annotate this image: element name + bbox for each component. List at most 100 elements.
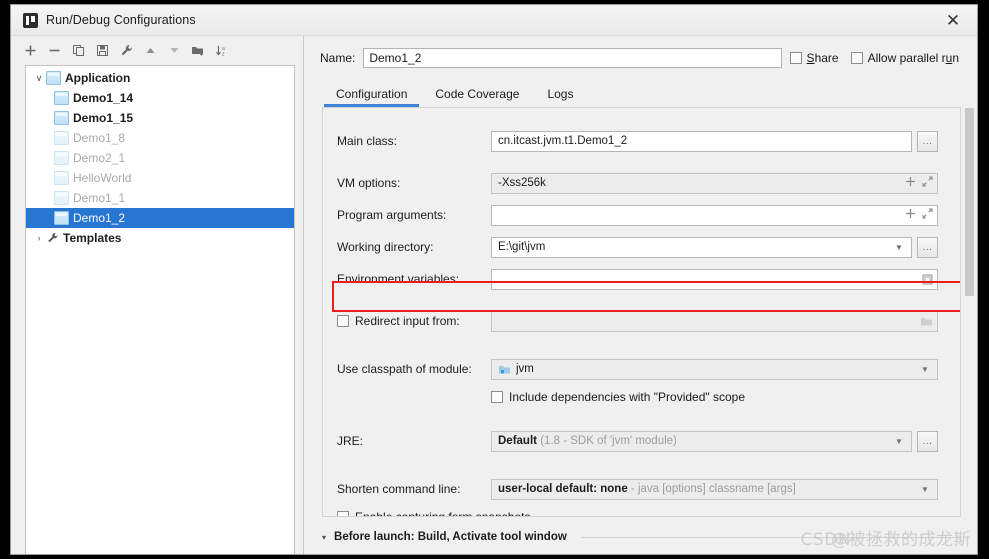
allow-parallel-run-checkbox[interactable]: Allow parallel run (850, 51, 959, 65)
main-class-row: Main class: cn.itcast.jvm.t1.Demo1_2 ... (337, 130, 938, 152)
include-dependencies-checkbox-box[interactable] (491, 391, 503, 403)
save-icon[interactable] (91, 40, 113, 62)
share-checkbox[interactable]: Share (789, 51, 839, 65)
working-directory-input[interactable]: E:\git\jvm ▼ (491, 236, 912, 258)
before-launch-section[interactable]: ▾ Before launch: Build, Activate tool wi… (304, 517, 977, 554)
application-icon (46, 71, 61, 85)
form-spacer-5 (337, 462, 938, 478)
use-classpath-value: jvm (516, 363, 534, 375)
before-launch-twisty-icon[interactable]: ▾ (322, 533, 326, 542)
tree-item-application[interactable]: ∨ Application (26, 68, 294, 88)
tree-item-label: Demo2_1 (73, 151, 126, 165)
redirect-input-label: Redirect input from: (355, 314, 460, 328)
form-snapshots-label: Enable capturing form snapshots (355, 510, 531, 517)
dialog-titlebar: Run/Debug Configurations ✕ (11, 5, 977, 36)
redirect-input-field (491, 310, 938, 332)
use-classpath-chevron-down-icon[interactable]: ▼ (917, 365, 933, 374)
jre-row: JRE: Default (1.8 - SDK of 'jvm' module)… (337, 430, 938, 452)
form-scrollbar[interactable] (964, 104, 975, 511)
tree-item-demo2_1[interactable]: Demo2_1 (26, 148, 294, 168)
name-input[interactable] (363, 48, 782, 68)
configuration-detail-pane: Name: Share Allow parallel run Configura… (304, 36, 977, 554)
tree-item-demo1_15[interactable]: Demo1_15 (26, 108, 294, 128)
tree-item-templates[interactable]: › Templates (26, 228, 294, 248)
jre-value: Default (498, 435, 537, 447)
tree-item-label: Application (65, 71, 131, 85)
application-icon (54, 151, 69, 165)
chevron-down-icon[interactable]: ∨ (32, 71, 46, 85)
vm-options-input[interactable]: -Xss256k (491, 172, 938, 194)
tree-item-demo1_1[interactable]: Demo1_1 (26, 188, 294, 208)
form-spacer-3 (337, 342, 938, 358)
form-spacer (337, 162, 938, 172)
working-directory-browse-button[interactable]: ... (917, 236, 938, 258)
program-arguments-expand-icon[interactable] (922, 208, 933, 222)
configurations-tree[interactable]: ∨ Application Demo1_14 Demo1_15 Demo1_8 Demo2… (25, 65, 295, 554)
tab-code-coverage[interactable]: Code Coverage (421, 87, 533, 107)
jre-browse-button[interactable]: ... (917, 430, 938, 452)
tree-item-helloworld[interactable]: HelloWorld (26, 168, 294, 188)
jre-chevron-down-icon[interactable]: ▼ (891, 437, 907, 446)
vm-options-expand-icon[interactable] (922, 176, 933, 190)
tree-item-demo1_2[interactable]: Demo1_2 (26, 208, 294, 228)
wrench-icon[interactable] (115, 40, 137, 62)
folder-add-icon[interactable] (187, 40, 209, 62)
jre-label: JRE: (337, 434, 364, 448)
tab-configuration[interactable]: Configuration (322, 87, 421, 107)
program-arguments-input[interactable] (491, 204, 938, 226)
tree-item-demo1_14[interactable]: Demo1_14 (26, 88, 294, 108)
main-class-input[interactable]: cn.itcast.jvm.t1.Demo1_2 (491, 130, 912, 152)
use-classpath-row: Use classpath of module: jvm ▼ (337, 358, 938, 380)
tab-logs[interactable]: Logs (533, 87, 587, 107)
svg-text:z: z (222, 52, 225, 58)
dialog-title: Run/Debug Configurations (46, 13, 196, 27)
chevron-right-icon[interactable]: › (32, 231, 46, 245)
redirect-input-checkbox-box[interactable] (337, 315, 349, 327)
environment-variables-browse-icon[interactable] (918, 274, 933, 285)
application-icon (54, 91, 69, 105)
before-launch-label: Before launch: Build, Activate tool wind… (334, 531, 567, 543)
shorten-command-line-label: Shorten command line: (337, 482, 461, 496)
close-icon[interactable]: ✕ (929, 5, 977, 35)
application-icon (54, 171, 69, 185)
sort-az-icon[interactable]: az (211, 40, 233, 62)
application-icon (54, 191, 69, 205)
vm-options-add-icon[interactable] (905, 176, 916, 190)
shorten-command-line-chevron-down-icon[interactable]: ▼ (917, 485, 933, 494)
configuration-form: Main class: cn.itcast.jvm.t1.Demo1_2 ...… (323, 108, 960, 517)
environment-variables-input[interactable] (491, 268, 938, 290)
share-checkbox-box[interactable] (789, 52, 802, 64)
application-icon (54, 211, 69, 225)
include-dependencies-checkbox[interactable]: Include dependencies with "Provided" sco… (491, 390, 938, 404)
include-dependencies-label: Include dependencies with "Provided" sco… (509, 390, 746, 404)
main-class-browse-button[interactable]: ... (917, 130, 938, 152)
add-configuration-button[interactable] (19, 40, 41, 62)
allow-parallel-run-checkbox-box[interactable] (850, 52, 863, 64)
tree-item-label: Demo1_14 (73, 91, 134, 105)
program-arguments-add-icon[interactable] (905, 208, 916, 222)
redirect-input-checkbox[interactable]: Redirect input from: (337, 314, 491, 328)
form-scrollbar-thumb[interactable] (965, 108, 974, 296)
use-classpath-dropdown[interactable]: jvm ▼ (491, 358, 938, 380)
arrow-down-icon[interactable] (163, 40, 185, 62)
remove-configuration-button[interactable] (43, 40, 65, 62)
run-debug-configurations-dialog: Run/Debug Configurations ✕ a z ∨ Applica… (10, 4, 978, 555)
shorten-command-line-hint: - java [options] classname [args] (630, 483, 796, 495)
tree-item-label: Demo1_8 (73, 131, 126, 145)
configurations-pane: az ∨ Application Demo1_14 Demo1_15 Demo1_8 De… (11, 36, 304, 554)
tree-item-demo1_8[interactable]: Demo1_8 (26, 128, 294, 148)
working-directory-chevron-down-icon[interactable]: ▼ (891, 243, 907, 252)
environment-variables-row: Environment variables: (337, 268, 938, 290)
jre-dropdown[interactable]: Default (1.8 - SDK of 'jvm' module) ▼ (491, 430, 912, 452)
main-class-label: Main class: (337, 134, 398, 148)
copy-icon[interactable] (67, 40, 89, 62)
main-class-value: cn.itcast.jvm.t1.Demo1_2 (498, 135, 628, 147)
vm-options-label: VM options: (337, 176, 401, 190)
form-spacer-2 (337, 300, 938, 310)
jre-hint: (1.8 - SDK of 'jvm' module) (540, 435, 677, 447)
configuration-tabs: Configuration Code Coverage Logs (304, 81, 977, 107)
tree-item-label: Templates (63, 231, 122, 245)
form-snapshots-checkbox[interactable]: Enable capturing form snapshots (337, 510, 938, 517)
shorten-command-line-dropdown[interactable]: user-local default: none - java [options… (491, 478, 938, 500)
arrow-up-icon[interactable] (139, 40, 161, 62)
